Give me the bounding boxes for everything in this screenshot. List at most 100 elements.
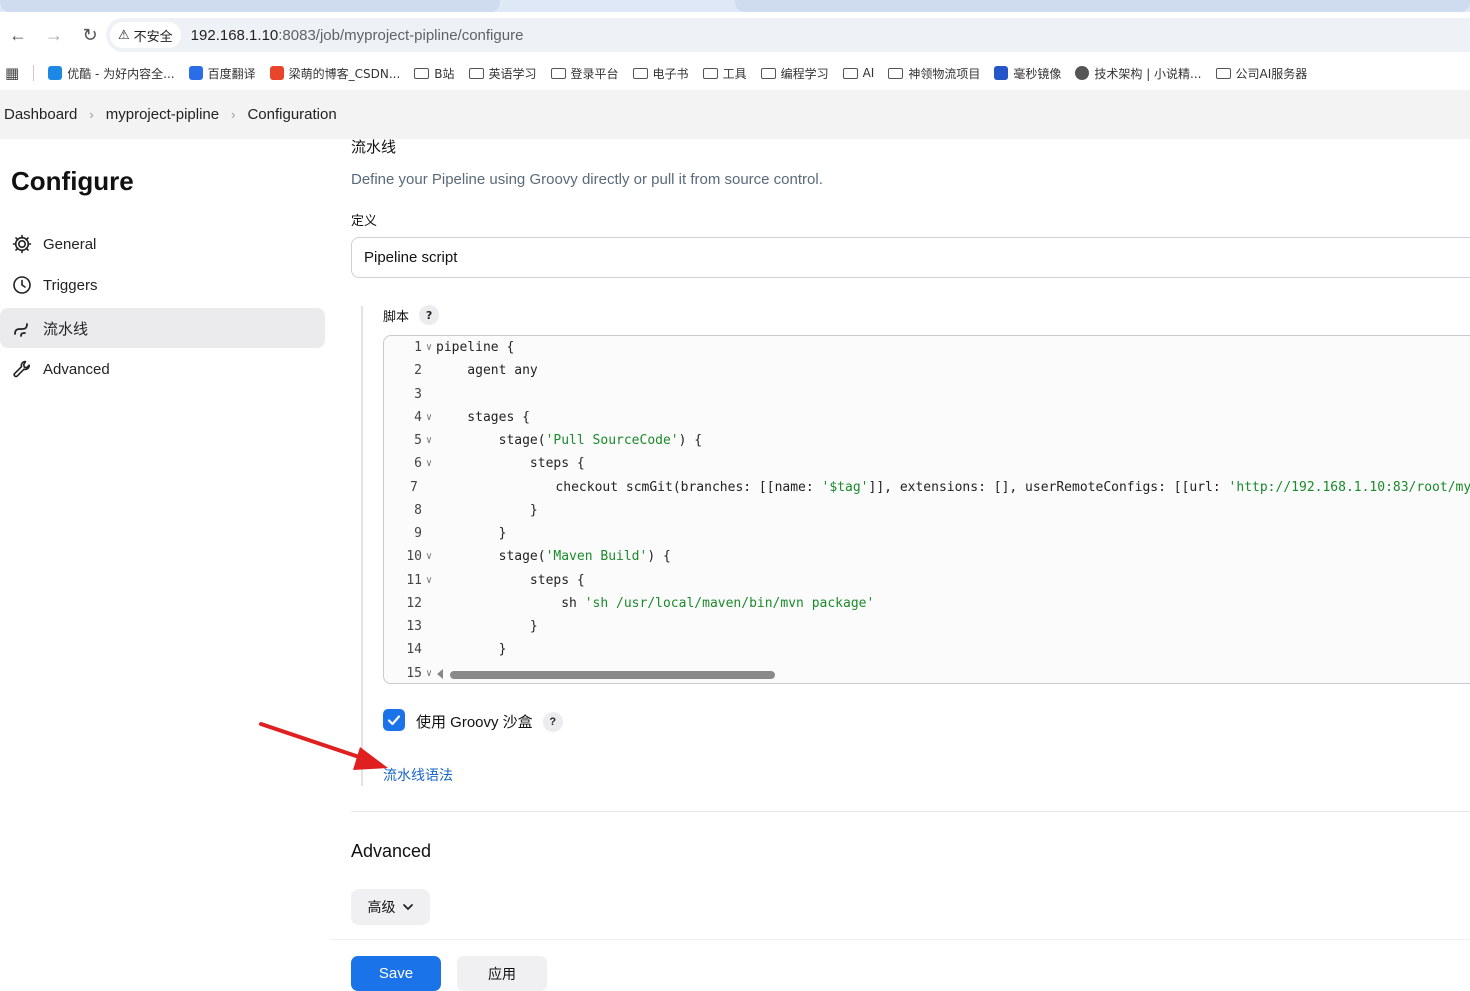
fold-chevron-icon[interactable]: ∨ bbox=[422, 458, 436, 469]
bookmark-item[interactable]: 工具 bbox=[702, 65, 747, 82]
bookmark-item[interactable]: 英语学习 bbox=[468, 65, 537, 82]
breadcrumb-item[interactable]: Configuration bbox=[247, 106, 336, 123]
code-text: } bbox=[436, 526, 507, 541]
bookmark-item[interactable]: 技术架构 | 小说精... bbox=[1075, 65, 1202, 82]
code-line[interactable]: 6 ∨ steps { bbox=[384, 452, 1470, 475]
save-button[interactable]: Save bbox=[351, 956, 441, 991]
breadcrumb-item[interactable]: myproject-pipline bbox=[106, 106, 219, 123]
bookmark-label: 编程学习 bbox=[780, 66, 829, 81]
forward-icon[interactable]: → bbox=[36, 17, 72, 53]
bookmark-item[interactable]: 公司AI服务器 bbox=[1215, 65, 1308, 82]
line-number: 12 bbox=[406, 595, 422, 611]
help-icon[interactable]: ? bbox=[419, 305, 440, 325]
warning-icon: ⚠ bbox=[118, 27, 130, 43]
advanced-button[interactable]: 高级 bbox=[351, 889, 430, 925]
fold-chevron-icon[interactable]: ∨ bbox=[422, 412, 436, 423]
code-line[interactable]: 1 ∨ pipeline { bbox=[384, 336, 1470, 359]
code-line[interactable]: 5 ∨ stage('Pull SourceCode') { bbox=[384, 429, 1470, 452]
code-text: pipeline { bbox=[436, 340, 514, 355]
code-line[interactable]: 14 } bbox=[384, 638, 1470, 661]
sidebar-item[interactable]: Triggers bbox=[0, 265, 325, 305]
bookmark-item[interactable]: 编程学习 bbox=[760, 65, 829, 82]
bookmark-label: 登录平台 bbox=[570, 66, 619, 81]
bookmark-label: AI bbox=[862, 66, 875, 80]
code-line[interactable]: 7 checkout scmGit(branches: [[name: '$ta… bbox=[384, 476, 1470, 499]
code-line[interactable]: 3 bbox=[384, 383, 1470, 406]
back-icon[interactable]: ← bbox=[0, 17, 36, 53]
reload-icon[interactable]: ↻ bbox=[72, 17, 108, 53]
bookmark-item[interactable]: 神领物流项目 bbox=[888, 65, 980, 82]
fold-chevron-icon[interactable]: ∨ bbox=[422, 551, 436, 562]
bookmark-label: 英语学习 bbox=[488, 66, 537, 81]
line-number: 8 bbox=[414, 502, 422, 518]
pipeline-syntax-link[interactable]: 流水线语法 bbox=[383, 765, 453, 785]
line-number: 7 bbox=[409, 479, 418, 495]
bookmark-item[interactable]: 百度翻译 bbox=[188, 65, 256, 82]
folder-icon bbox=[1215, 67, 1231, 79]
line-number: 13 bbox=[406, 619, 422, 634]
apply-button[interactable]: 应用 bbox=[457, 956, 547, 991]
folder-icon bbox=[842, 67, 858, 79]
breadcrumb-item[interactable]: Dashboard bbox=[4, 106, 77, 123]
fold-chevron-icon[interactable]: ∨ bbox=[422, 575, 436, 586]
bookmark-item[interactable]: 毫秒镜像 bbox=[994, 65, 1061, 82]
apps-grid-icon[interactable]: ▦ bbox=[5, 64, 19, 82]
code-text: stages { bbox=[436, 410, 530, 425]
code-line[interactable]: 13 } bbox=[384, 615, 1470, 638]
bookmark-item[interactable]: 优酷 - 为好内容全... bbox=[48, 65, 175, 82]
browser-tab[interactable] bbox=[735, 0, 1470, 12]
fold-chevron-icon[interactable]: ∨ bbox=[422, 668, 436, 679]
bookmark-item[interactable]: 梁萌的博客_CSDN... bbox=[269, 65, 400, 82]
bookmark-item[interactable]: B站 bbox=[414, 65, 455, 82]
address-bar-row: ← → ↻ ⚠ 不安全 192.168.1.10:8083/job/myproj… bbox=[0, 12, 1470, 58]
baidu-translate-icon bbox=[188, 66, 203, 80]
line-number: 11 bbox=[406, 572, 422, 588]
code-token: stage( bbox=[436, 433, 546, 448]
code-text: } bbox=[436, 503, 538, 518]
code-line[interactable]: 8 } bbox=[384, 499, 1470, 522]
bookmark-item[interactable]: 电子书 bbox=[632, 65, 689, 82]
code-text: sh 'sh /usr/local/maven/bin/mvn package' bbox=[436, 596, 874, 611]
line-number: 1 bbox=[414, 340, 422, 355]
bookmarks-divider bbox=[33, 65, 35, 81]
code-line[interactable]: 12 sh 'sh /usr/local/maven/bin/mvn packa… bbox=[384, 592, 1470, 615]
sidebar-item[interactable]: Advanced bbox=[0, 349, 325, 389]
code-line[interactable]: 9 } bbox=[384, 522, 1470, 545]
globe-icon bbox=[1075, 66, 1090, 80]
code-token: stages { bbox=[436, 409, 530, 425]
definition-label: 定义 bbox=[351, 214, 378, 229]
horizontal-scrollbar[interactable] bbox=[450, 671, 775, 679]
code-text: stage('Pull SourceCode') { bbox=[436, 433, 703, 448]
bookmark-label: 公司AI服务器 bbox=[1235, 66, 1308, 81]
wrench-icon bbox=[13, 360, 30, 378]
fold-chevron-icon[interactable]: ∨ bbox=[422, 342, 436, 353]
help-icon[interactable]: ? bbox=[542, 711, 563, 732]
scroll-left-icon[interactable] bbox=[437, 669, 443, 679]
script-label: 脚本 bbox=[383, 309, 410, 325]
code-token: steps { bbox=[436, 456, 585, 472]
code-text: } bbox=[436, 619, 538, 634]
bookmark-label: 技术架构 | 小说精... bbox=[1094, 66, 1202, 81]
page-title: Configure bbox=[11, 166, 134, 196]
code-line[interactable]: 10 ∨ stage('Maven Build') { bbox=[384, 545, 1470, 568]
bookmark-item[interactable]: 登录平台 bbox=[550, 65, 619, 82]
script-editor[interactable]: 15 ∨ 14 } 13 } 12 sh 'sh /usr/local/maven/bi… bbox=[383, 335, 1470, 684]
code-line[interactable]: 11 ∨ steps { bbox=[384, 569, 1470, 592]
code-line[interactable]: 2 agent any bbox=[384, 359, 1470, 382]
sidebar-item[interactable]: 流水线 bbox=[0, 308, 325, 348]
url-bar[interactable]: ⚠ 不安全 192.168.1.10:8083/job/myproject-pi… bbox=[106, 18, 1470, 52]
browser-tab[interactable] bbox=[0, 0, 500, 12]
gear-icon bbox=[12, 234, 32, 254]
code-line[interactable]: 4 ∨ stages { bbox=[384, 406, 1470, 429]
line-number: 3 bbox=[414, 386, 422, 402]
groovy-sandbox-checkbox[interactable] bbox=[383, 709, 405, 731]
fold-chevron-icon[interactable]: ∨ bbox=[422, 435, 436, 446]
security-chip[interactable]: ⚠ 不安全 bbox=[110, 22, 181, 48]
sidebar-item[interactable]: General bbox=[0, 224, 325, 264]
url-text[interactable]: 192.168.1.10:8083/job/myproject-pipline/… bbox=[191, 27, 524, 44]
clock-icon bbox=[13, 276, 31, 294]
definition-select[interactable]: Pipeline script bbox=[351, 237, 1470, 278]
groovy-sandbox-label[interactable]: 使用 Groovy 沙盒 bbox=[416, 711, 533, 732]
bookmark-item[interactable]: AI bbox=[842, 66, 875, 80]
code-text: steps { bbox=[436, 456, 585, 471]
